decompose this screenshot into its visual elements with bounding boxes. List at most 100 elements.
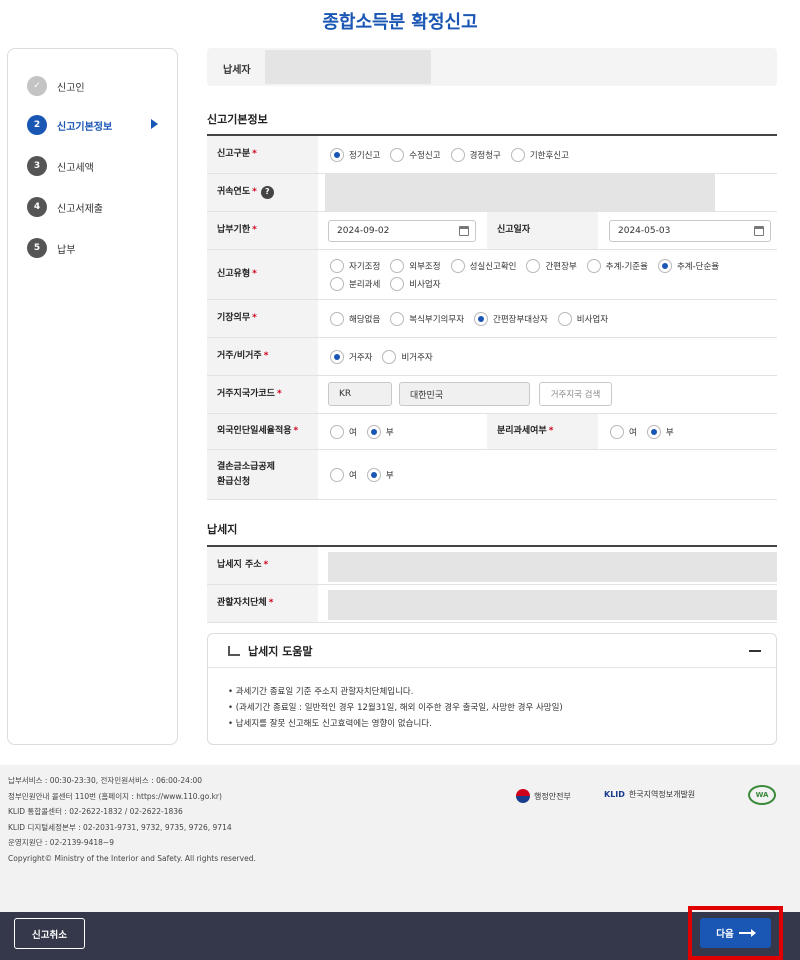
collapse-icon[interactable] [749, 650, 761, 652]
radio-self-adjust[interactable]: 자기조정 [330, 258, 380, 273]
radio-non-resident[interactable]: 비거주자 [382, 349, 433, 364]
radio-simple-book-target[interactable]: 간편장부대상자 [474, 311, 548, 326]
filing-type-radios: 자기조정 외부조정 성실신고확인 간편장부 추계-기준율 추계-단순율 분리과세… [318, 250, 777, 299]
radio-estimate-standard[interactable]: 추계-기준율 [586, 258, 648, 273]
calendar-icon [459, 226, 469, 236]
redacted-tax-year [325, 174, 715, 211]
basic-info-form: 신고구분 * 정기신고 수정신고 경정청구 기한후신고 귀속연도 *? 납부기한 * … [207, 134, 777, 500]
field-label: 신고유형 * [207, 250, 318, 299]
check-icon: ✓ [27, 76, 47, 96]
radio-resident[interactable]: 거주자 [330, 349, 372, 364]
calendar-icon [754, 226, 764, 236]
step-sidebar: ✓ 신고인 2 신고기본정보 3 신고세액 4 신고서제출 5 납부 [7, 48, 178, 745]
step-item-submit[interactable]: 4 신고서제출 [27, 196, 103, 218]
country-search-button[interactable]: 거주지국 검색 [539, 382, 612, 406]
step-number: 2 [27, 115, 47, 135]
radio-simple-book[interactable]: 간편장부 [526, 258, 577, 273]
field-label: 납세지 주소 * [207, 547, 318, 584]
country-name-input[interactable]: 대한민국 [399, 382, 530, 406]
country-code-input[interactable]: KR [328, 382, 392, 406]
radio-non-business[interactable]: 비사업자 [390, 276, 441, 291]
wa-logo: WA [748, 785, 776, 805]
radio-foreign-no[interactable]: 부 [366, 424, 394, 439]
highlight-box: 다음 [688, 906, 783, 960]
footer-info: 납부서비스 : 00:30-23:30, 전자민원서비스 : 06:00-24:… [8, 776, 256, 863]
klid-logo: KLID 한국지역정보개발원 [604, 790, 696, 799]
field-label: 신고일자 [487, 212, 598, 249]
step-number: 3 [27, 156, 47, 176]
field-label: 기장의무 * [207, 300, 318, 337]
step-label: 신고인 [57, 82, 85, 94]
bookkeeping-radios: 해당없음 복식부기의무자 간편장부대상자 비사업자 [318, 300, 777, 337]
step-label: 신고서제출 [57, 203, 103, 215]
arrow-right-icon [738, 929, 756, 937]
help-item: • 과세기간 종료일 기준 주소지 관할자치단체입니다. [228, 687, 414, 697]
due-date-input[interactable]: 2024-09-02 [328, 220, 476, 242]
row-residency: 거주/비거주 * 거주자 비거주자 [207, 338, 777, 376]
step-label: 신고세액 [57, 162, 94, 174]
field-label: 신고구분 * [207, 136, 318, 173]
field-label: 납부기한 * [207, 212, 318, 249]
redacted-payer-name [265, 50, 431, 84]
help-item: • 납세지를 잘못 신고해도 신고효력에는 영향이 없습니다. [228, 719, 432, 729]
step-item-tax-amount[interactable]: 3 신고세액 [27, 155, 94, 177]
bottom-action-bar: 신고취소 다음 [0, 906, 800, 960]
radio-foreign-yes[interactable]: 여 [330, 424, 357, 439]
foreign-rate-radios: 여 부 [318, 414, 487, 449]
section-title-basic: 신고기본정보 [207, 113, 268, 126]
separate-tax-radios: 여 부 [598, 414, 777, 449]
payer-label: 납세자 [223, 65, 251, 76]
radio-double-entry[interactable]: 복식부기의무자 [390, 311, 464, 326]
cancel-report-button[interactable]: 신고취소 [14, 918, 85, 949]
radio-regular[interactable]: 정기신고 [330, 147, 380, 162]
next-button[interactable]: 다음 [700, 918, 771, 948]
radio-correction-claim[interactable]: 경정청구 [450, 147, 501, 162]
step-item-payment[interactable]: 5 납부 [27, 237, 75, 259]
help-list: • 과세기간 종료일 기준 주소지 관할자치단체입니다. • (과세기간 종료일… [228, 684, 563, 732]
step-label: 납부 [57, 244, 76, 256]
field-label: 분리과세여부 * [487, 414, 598, 449]
radio-refund-no[interactable]: 부 [366, 467, 394, 482]
residence-form: 납세지 주소 * 관할자치단체 * [207, 545, 777, 623]
step-item-basic-info[interactable]: 2 신고기본정보 [27, 114, 158, 136]
row-country-code: 거주지국가코드 * KR 대한민국 거주지국 검색 [207, 376, 777, 414]
row-loss-refund: 결손금소급공제 환급신청 여 부 [207, 450, 777, 500]
radio-not-applicable[interactable]: 해당없음 [330, 311, 380, 326]
report-type-radios: 정기신고 수정신고 경정청구 기한후신고 [318, 136, 777, 173]
question-icon[interactable]: ? [260, 186, 274, 199]
radio-separate-taxation[interactable]: 분리과세 [330, 276, 380, 291]
radio-refund-yes[interactable]: 여 [330, 467, 357, 482]
field-label: 거주지국가코드 * [207, 376, 318, 413]
redacted-authority-input[interactable] [328, 590, 777, 620]
page-title: 종합소득분 확정신고 [322, 12, 478, 33]
row-report-type: 신고구분 * 정기신고 수정신고 경정청구 기한후신고 [207, 136, 777, 174]
loss-refund-radios: 여 부 [318, 450, 777, 499]
radio-separate-yes[interactable]: 여 [610, 424, 637, 439]
redacted-address-input[interactable] [328, 552, 777, 582]
help-item: • (과세기간 종료일 : 일반적인 경우 12월31일, 해외 이주한 경우 … [228, 703, 563, 713]
payer-bar: 납세자 [207, 48, 777, 86]
mois-logo: 행정안전부 [516, 789, 571, 803]
radio-external-adjust[interactable]: 외부조정 [390, 258, 441, 273]
step-item-reporter[interactable]: ✓ 신고인 [27, 75, 85, 97]
field-label: 관할자치단체 * [207, 585, 318, 622]
field-label: 귀속연도 *? [207, 174, 318, 211]
row-bookkeeping: 기장의무 * 해당없음 복식부기의무자 간편장부대상자 비사업자 [207, 300, 777, 338]
radio-amended[interactable]: 수정신고 [390, 147, 441, 162]
arrow-right-icon [151, 119, 158, 129]
report-date-input[interactable]: 2024-05-03 [609, 220, 771, 242]
step-number: 5 [27, 238, 47, 258]
radio-late-filing[interactable]: 기한후신고 [510, 147, 569, 162]
radio-separate-no[interactable]: 부 [646, 424, 674, 439]
footer: 납부서비스 : 00:30-23:30, 전자민원서비스 : 06:00-24:… [0, 765, 800, 912]
section-title-residence: 납세지 [207, 523, 238, 536]
field-label: 거주/비거주 * [207, 338, 318, 375]
radio-faithful-check[interactable]: 성실신고확인 [450, 258, 516, 273]
radio-estimate-simple[interactable]: 추계-단순율 [657, 258, 719, 273]
field-label: 외국인단일세율적용 * [207, 414, 318, 449]
step-label: 신고기본정보 [57, 121, 113, 133]
radio-non-business-person[interactable]: 비사업자 [557, 311, 608, 326]
help-title: 납세지 도움말 [248, 644, 313, 658]
help-header[interactable]: 납세지 도움말 [208, 634, 776, 668]
row-tax-year: 귀속연도 *? [207, 174, 777, 212]
